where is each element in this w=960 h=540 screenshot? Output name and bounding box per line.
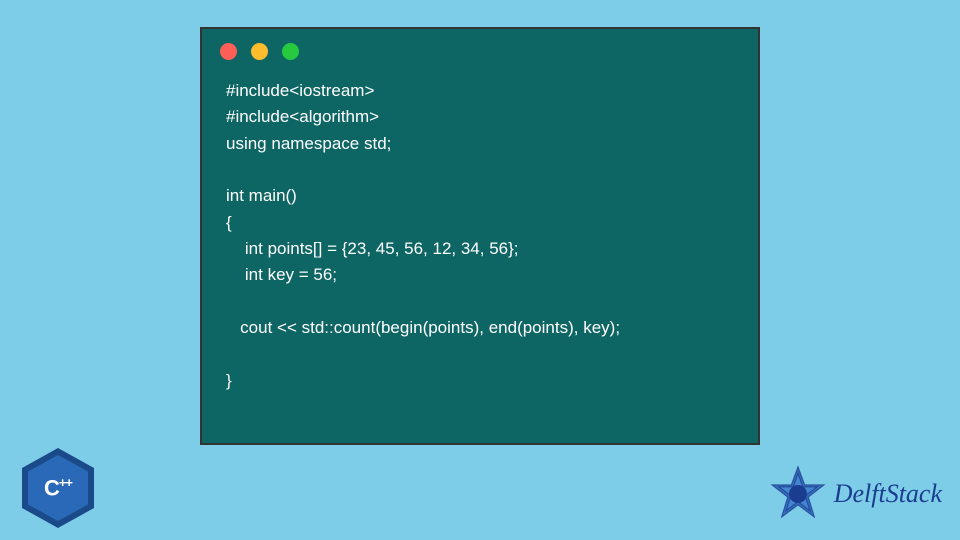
code-line: int main()	[226, 186, 297, 205]
delftstack-label: DelftStack	[834, 479, 942, 509]
code-line: }	[226, 371, 232, 390]
delftstack-logo: </> DelftStack	[768, 464, 942, 524]
hexagon-icon: C++	[22, 448, 94, 528]
code-line: #include<algorithm>	[226, 107, 379, 126]
code-line: #include<iostream>	[226, 81, 374, 100]
cpp-logo: C++	[22, 448, 94, 528]
minimize-icon	[251, 43, 268, 60]
cpp-plus: ++	[59, 475, 72, 490]
cpp-c: C	[44, 475, 59, 500]
cpp-label: C++	[44, 475, 72, 501]
code-content: #include<iostream> #include<algorithm> u…	[202, 68, 758, 404]
code-line: using namespace std;	[226, 134, 391, 153]
maximize-icon	[282, 43, 299, 60]
svg-text:</>: </>	[790, 490, 805, 500]
code-line: {	[226, 213, 232, 232]
code-line: cout << std::count(begin(points), end(po…	[226, 318, 620, 337]
code-line: int key = 56;	[226, 265, 337, 284]
code-window: #include<iostream> #include<algorithm> u…	[200, 27, 760, 445]
code-line: int points[] = {23, 45, 56, 12, 34, 56};	[226, 239, 519, 258]
hexagon-inner-icon: C++	[28, 455, 88, 521]
star-icon: </>	[768, 464, 828, 524]
close-icon	[220, 43, 237, 60]
window-controls	[202, 29, 758, 68]
